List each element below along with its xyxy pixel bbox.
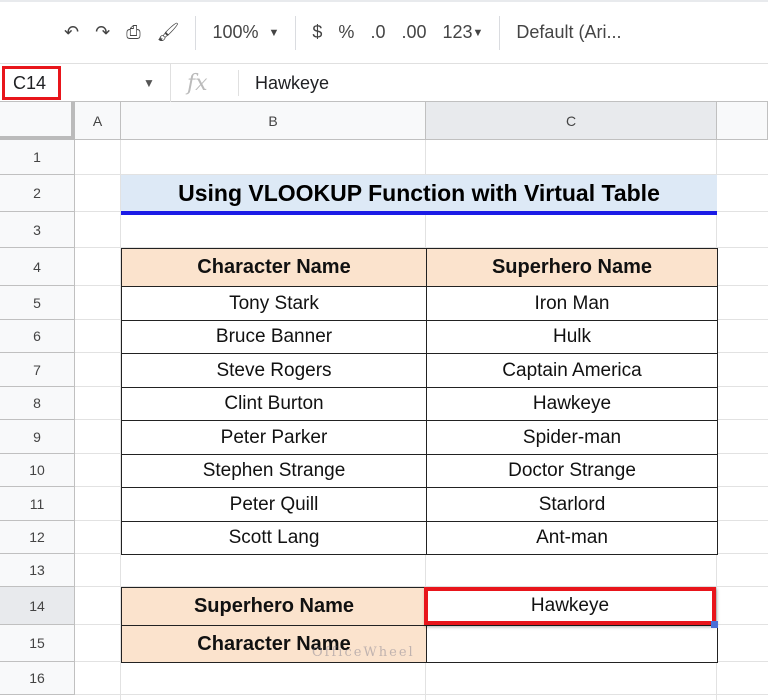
redo-icon[interactable]: ↷ [87, 13, 118, 53]
column-header-d[interactable] [717, 102, 768, 140]
row-header-10[interactable]: 10 [0, 454, 75, 487]
column-header-b[interactable]: B [121, 102, 426, 140]
row-header-1[interactable]: 1 [0, 140, 75, 175]
chevron-down-icon: ▼ [472, 26, 484, 39]
font-select[interactable]: Default (Ari... [508, 13, 629, 53]
zoom-value: 100% [212, 22, 259, 42]
select-all-corner[interactable] [0, 102, 75, 140]
toolbar: ↶ ↷ ⎙ 🖌 100% ▼ $ % .0 .00 123 ▼ Default (… [0, 0, 768, 64]
table-cell-character[interactable]: Bruce Banner [121, 320, 427, 354]
row-header-13[interactable]: 13 [0, 554, 75, 587]
row-header-2[interactable]: 2 [0, 175, 75, 212]
chevron-down-icon[interactable]: ▼ [143, 76, 155, 90]
lookup-input-cell[interactable]: Hawkeye [424, 587, 716, 625]
zoom-select[interactable]: 100% ▼ [204, 13, 287, 53]
table-cell-superhero[interactable]: Hulk [426, 320, 718, 354]
table-header-character[interactable]: Character Name [121, 248, 427, 287]
divider [295, 15, 297, 50]
row-header-15[interactable]: 15 [0, 625, 75, 662]
table-cell-superhero[interactable]: Doctor Strange [426, 454, 718, 488]
row-header-4[interactable]: 4 [0, 248, 75, 286]
column-header-c[interactable]: C [426, 102, 717, 140]
table-cell-superhero[interactable]: Iron Man [426, 286, 718, 321]
table-header-superhero[interactable]: Superhero Name [426, 248, 718, 287]
table-cell-character[interactable]: Peter Parker [121, 420, 427, 455]
more-formats-button[interactable]: 123 ▼ [434, 13, 491, 53]
row-header-11[interactable]: 11 [0, 487, 75, 521]
sheet-title[interactable]: Using VLOOKUP Function with Virtual Tabl… [121, 175, 717, 215]
row-header-7[interactable]: 7 [0, 353, 75, 387]
fx-icon: fx [170, 64, 208, 102]
formula-bar: C14 ▼ fx Hawkeye [0, 64, 768, 102]
chevron-down-icon: ▼ [268, 26, 280, 39]
sheet-grid[interactable]: A B C 1 2 3 4 5 6 7 8 9 10 11 12 13 14 15 16 Using VLOOK… [0, 102, 768, 700]
table-cell-character[interactable]: Tony Stark [121, 286, 427, 321]
table-cell-superhero[interactable]: Hawkeye [426, 387, 718, 421]
gridline [75, 694, 768, 695]
increase-decimal-button[interactable]: .00 [393, 13, 434, 53]
row-header-9[interactable]: 9 [0, 420, 75, 454]
table-cell-superhero[interactable]: Spider-man [426, 420, 718, 455]
lookup-result-cell[interactable] [426, 625, 718, 663]
percent-button[interactable]: % [330, 13, 362, 53]
row-header-8[interactable]: 8 [0, 387, 75, 420]
table-cell-character[interactable]: Stephen Strange [121, 454, 427, 488]
paint-format-icon[interactable]: 🖌 [149, 13, 188, 53]
formula-input[interactable]: Hawkeye [238, 70, 329, 96]
table-cell-superhero[interactable]: Starlord [426, 487, 718, 522]
name-box[interactable]: C14 [2, 66, 61, 100]
format-label: 123 [442, 22, 473, 42]
column-header-a[interactable]: A [75, 102, 121, 140]
table-cell-character[interactable]: Scott Lang [121, 521, 427, 555]
divider [195, 15, 197, 50]
row-header-14[interactable]: 14 [0, 587, 75, 625]
table-cell-character[interactable]: Clint Burton [121, 387, 427, 421]
watermark-logo: OfficeWheel [312, 645, 415, 660]
fill-handle[interactable] [711, 621, 718, 628]
row-header-3[interactable]: 3 [0, 212, 75, 248]
row-header-16[interactable]: 16 [0, 662, 75, 695]
row-header-5[interactable]: 5 [0, 286, 75, 320]
divider [499, 15, 501, 50]
undo-icon[interactable]: ↶ [56, 13, 87, 53]
table-cell-character[interactable]: Peter Quill [121, 487, 427, 522]
table-cell-superhero[interactable]: Captain America [426, 353, 718, 388]
row-header-6[interactable]: 6 [0, 320, 75, 353]
table-cell-character[interactable]: Steve Rogers [121, 353, 427, 388]
currency-button[interactable]: $ [304, 13, 330, 53]
print-icon[interactable]: ⎙ [118, 13, 148, 53]
row-header-12[interactable]: 12 [0, 521, 75, 554]
table-cell-superhero[interactable]: Ant-man [426, 521, 718, 555]
lookup-label-superhero[interactable]: Superhero Name [121, 587, 427, 626]
decrease-decimal-button[interactable]: .0 [362, 13, 393, 53]
